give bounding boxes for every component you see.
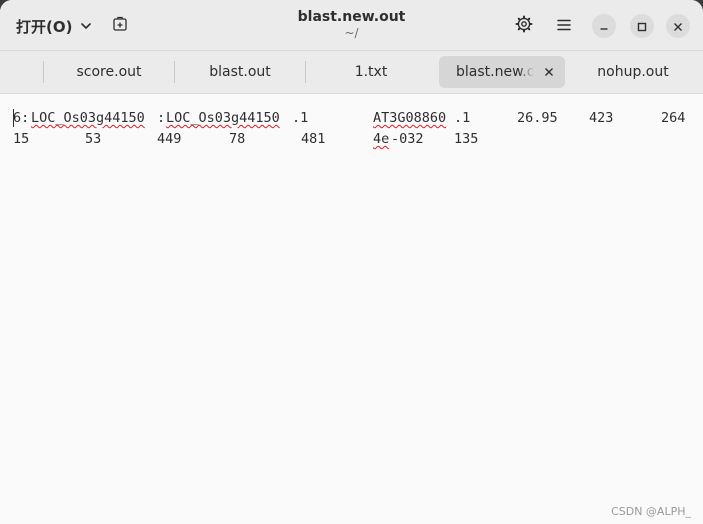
tab-label: 1.txt: [354, 64, 388, 80]
line2-c3: 449: [157, 131, 182, 147]
tab-bar: score.out blast.out 1.txt blast.new.out …: [0, 51, 703, 94]
tab-nohup-out[interactable]: nohup.out: [568, 56, 698, 88]
line2-c5: 481: [301, 131, 326, 147]
tab-label: nohup.out: [597, 64, 669, 80]
line2-c7: 135: [454, 131, 479, 147]
gedit-window: 打开(O) blast.new.out ~/ score.out blast.o…: [0, 0, 703, 524]
window-title: blast.new.out: [297, 9, 406, 25]
window-subtitle: ~/: [344, 26, 359, 40]
watermark: CSDN @ALPH_: [611, 505, 691, 518]
line2-c2: 53: [85, 131, 102, 147]
line1-col1-sep: :: [157, 110, 166, 126]
new-document-button[interactable]: [106, 12, 134, 40]
line2-c6b: -032: [391, 131, 424, 147]
minimize-button[interactable]: [592, 14, 616, 38]
maximize-button[interactable]: [630, 14, 654, 38]
hamburger-menu-icon: [557, 17, 571, 36]
line1-col4: 423: [589, 110, 614, 126]
tab-blast-out[interactable]: blast.out: [175, 56, 305, 88]
line1-col3: 26.95: [517, 110, 558, 126]
open-button-label: 打开(O): [16, 17, 73, 36]
settings-button[interactable]: [510, 12, 538, 40]
line1-col5: 264: [661, 110, 686, 126]
new-tab-icon: [112, 16, 128, 36]
close-icon: [545, 68, 553, 76]
line1-col1-suffix: .1: [292, 110, 309, 126]
tab-close-button[interactable]: [541, 64, 557, 80]
open-button[interactable]: 打开(O): [8, 12, 100, 40]
menu-button[interactable]: [550, 12, 578, 40]
close-window-button[interactable]: [666, 14, 690, 38]
line2-c6a: 4e: [373, 131, 390, 147]
line2-c1: 15: [13, 131, 30, 147]
line1-col1-locus-a: LOC_Os03g44150: [31, 110, 145, 126]
maximize-icon: [637, 17, 647, 36]
line1-col1-locus-b: LOC_Os03g44150: [166, 110, 280, 126]
minimize-icon: [599, 17, 609, 36]
window-title-area: blast.new.out ~/: [250, 8, 453, 40]
header-bar: 打开(O) blast.new.out ~/: [0, 0, 703, 51]
tab-score-out[interactable]: score.out: [44, 56, 174, 88]
chevron-down-icon: [80, 20, 92, 32]
tab-label: score.out: [76, 64, 142, 80]
line1-col2-suffix: .1: [454, 110, 471, 126]
line1-col1-prefix: 6:: [13, 110, 30, 126]
line2-c4: 78: [229, 131, 246, 147]
close-icon: [673, 17, 683, 36]
tab-blast-new-out[interactable]: blast.new.out: [439, 56, 565, 88]
text-editor[interactable]: 6: LOC_Os03g44150 : LOC_Os03g44150 .1 AT…: [0, 94, 703, 524]
tab-label: blast.out: [209, 64, 271, 80]
text-line-2: 15 53 449 78 481 4e -032 135: [13, 129, 478, 339]
tab-1-txt[interactable]: 1.txt: [306, 56, 436, 88]
line1-col2-id: AT3G08860: [373, 110, 447, 126]
tab-label: blast.new.out: [456, 64, 534, 80]
gear-icon: [515, 15, 533, 37]
